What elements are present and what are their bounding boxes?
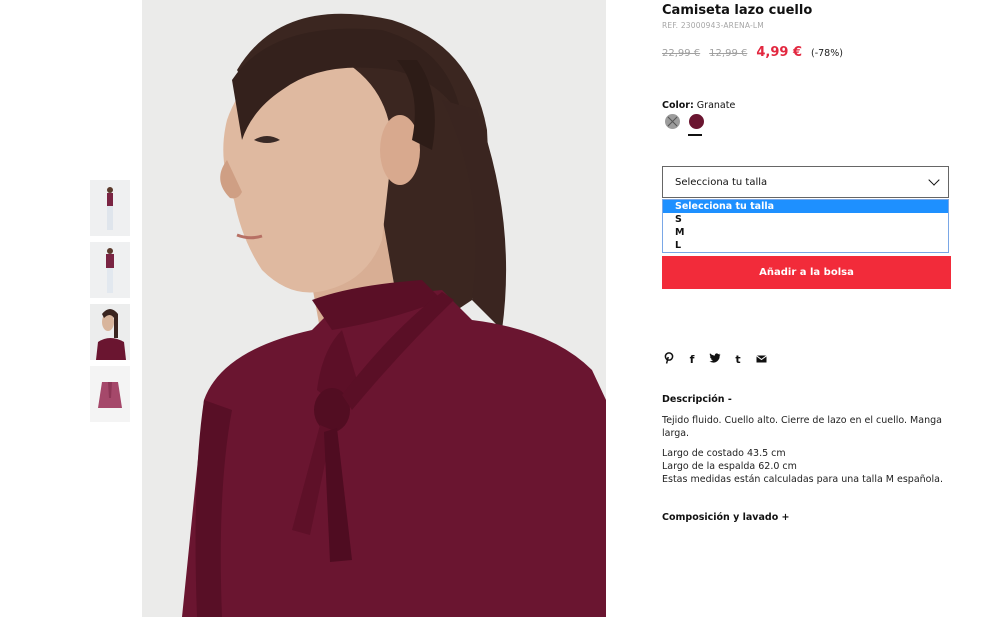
swatch-gray-unavailable[interactable] — [665, 114, 680, 129]
tumblr-icon[interactable]: t — [732, 353, 744, 366]
composition-toggle[interactable]: Composición y lavado + — [662, 512, 790, 523]
thumbnail-4-image — [90, 366, 130, 422]
thumbnail-gallery — [90, 180, 130, 428]
size-option-s[interactable]: S — [663, 213, 948, 226]
twitter-icon[interactable] — [709, 352, 721, 367]
selected-swatch-underline — [688, 134, 702, 136]
original-price: 22,99 € — [662, 48, 701, 59]
previous-price: 12,99 € — [709, 48, 748, 59]
size-option-m[interactable]: M — [663, 226, 948, 239]
pinterest-icon[interactable] — [663, 352, 675, 367]
sale-price: 4,99 € — [756, 45, 802, 60]
price-row: 22,99 € 12,99 € 4,99 € (-78%) — [662, 45, 843, 60]
color-label: Color: — [662, 100, 694, 111]
thumbnail-2-image — [90, 242, 130, 298]
measure-side: Largo de costado 43.5 cm — [662, 448, 786, 459]
thumbnail-1[interactable] — [90, 180, 130, 236]
thumbnail-2[interactable] — [90, 242, 130, 298]
size-select[interactable]: Selecciona tu talla — [662, 166, 949, 198]
description-text: Tejido fluido. Cuello alto. Cierre de la… — [662, 415, 942, 439]
chevron-down-icon — [928, 174, 940, 186]
description-toggle[interactable]: Descripción - — [662, 394, 732, 405]
measure-back: Largo de la espalda 62.0 cm — [662, 461, 797, 472]
color-value: Granate — [696, 100, 736, 111]
size-dropdown-list: Selecciona tu talla S M L — [662, 199, 949, 253]
measure-note: Estas medidas están calculadas para una … — [662, 474, 943, 485]
thumbnail-3-image — [90, 304, 130, 360]
product-reference: REF. 23000943-ARENA-LM — [662, 21, 764, 30]
add-to-bag-button[interactable]: Añadir a la bolsa — [662, 256, 951, 289]
color-label-row: Color: Granate — [662, 100, 735, 111]
thumbnail-1-image — [90, 180, 130, 236]
share-icons: f t — [663, 352, 767, 367]
description-body: Tejido fluido. Cuello alto. Cierre de la… — [662, 414, 947, 486]
main-product-image[interactable] — [142, 0, 606, 617]
thumbnail-4[interactable] — [90, 366, 130, 422]
color-swatches — [665, 114, 704, 129]
email-icon[interactable] — [755, 353, 767, 366]
size-option-placeholder[interactable]: Selecciona tu talla — [663, 200, 948, 213]
discount-badge: (-78%) — [811, 48, 843, 59]
model-photo — [142, 0, 606, 617]
swatch-granate[interactable] — [689, 114, 704, 129]
thumbnail-3[interactable] — [90, 304, 130, 360]
product-title: Camiseta lazo cuello — [662, 3, 813, 18]
size-select-value: Selecciona tu talla — [675, 176, 768, 188]
facebook-icon[interactable]: f — [686, 353, 698, 366]
size-option-l[interactable]: L — [663, 239, 948, 252]
